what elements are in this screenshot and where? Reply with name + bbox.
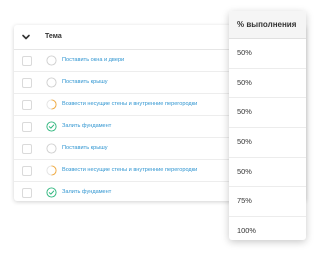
row-title-link[interactable]: Возвести несущие стены и внутренние пере… [62, 94, 197, 115]
percent-cell[interactable]: 100% [229, 217, 306, 240]
row-checkbox[interactable] [22, 56, 32, 66]
status-in-progress-icon [46, 165, 57, 176]
status-done-icon [46, 121, 57, 132]
status-in-progress-icon [46, 99, 57, 110]
row-title-link[interactable]: Поставить окна и двери [62, 50, 124, 71]
column-title-theme[interactable]: Тема [45, 25, 62, 49]
row-checkbox[interactable] [22, 122, 32, 132]
status-not-started-icon [46, 143, 57, 154]
row-title-link[interactable]: Поставить крышу [62, 138, 108, 159]
status-done-icon [46, 187, 57, 198]
status-not-started-icon [46, 55, 57, 66]
percent-cell[interactable]: 75% [229, 187, 306, 218]
percent-complete-column[interactable]: % выполнения 50% 50% 50% 50% 50% 75% 100… [229, 11, 306, 240]
status-not-started-icon [46, 77, 57, 88]
percent-cell[interactable]: 50% [229, 128, 306, 158]
percent-cell[interactable]: 50% [229, 69, 306, 99]
column-header-percent[interactable]: % выполнения [229, 11, 306, 39]
percent-cell[interactable]: 50% [229, 158, 306, 188]
row-checkbox[interactable] [22, 166, 32, 176]
row-checkbox[interactable] [22, 78, 32, 88]
row-title-link[interactable]: Поставить крышу [62, 72, 108, 93]
chevron-down-icon[interactable] [21, 32, 31, 42]
row-title-link[interactable]: Залить фундамент [62, 182, 111, 203]
row-checkbox[interactable] [22, 188, 32, 198]
row-title-link[interactable]: Возвести несущие стены и внутренние пере… [62, 160, 197, 181]
row-checkbox[interactable] [22, 144, 32, 154]
row-checkbox[interactable] [22, 100, 32, 110]
percent-cell[interactable]: 50% [229, 98, 306, 129]
row-title-link[interactable]: Залить фундамент [62, 116, 111, 137]
percent-cell[interactable]: 50% [229, 39, 306, 69]
